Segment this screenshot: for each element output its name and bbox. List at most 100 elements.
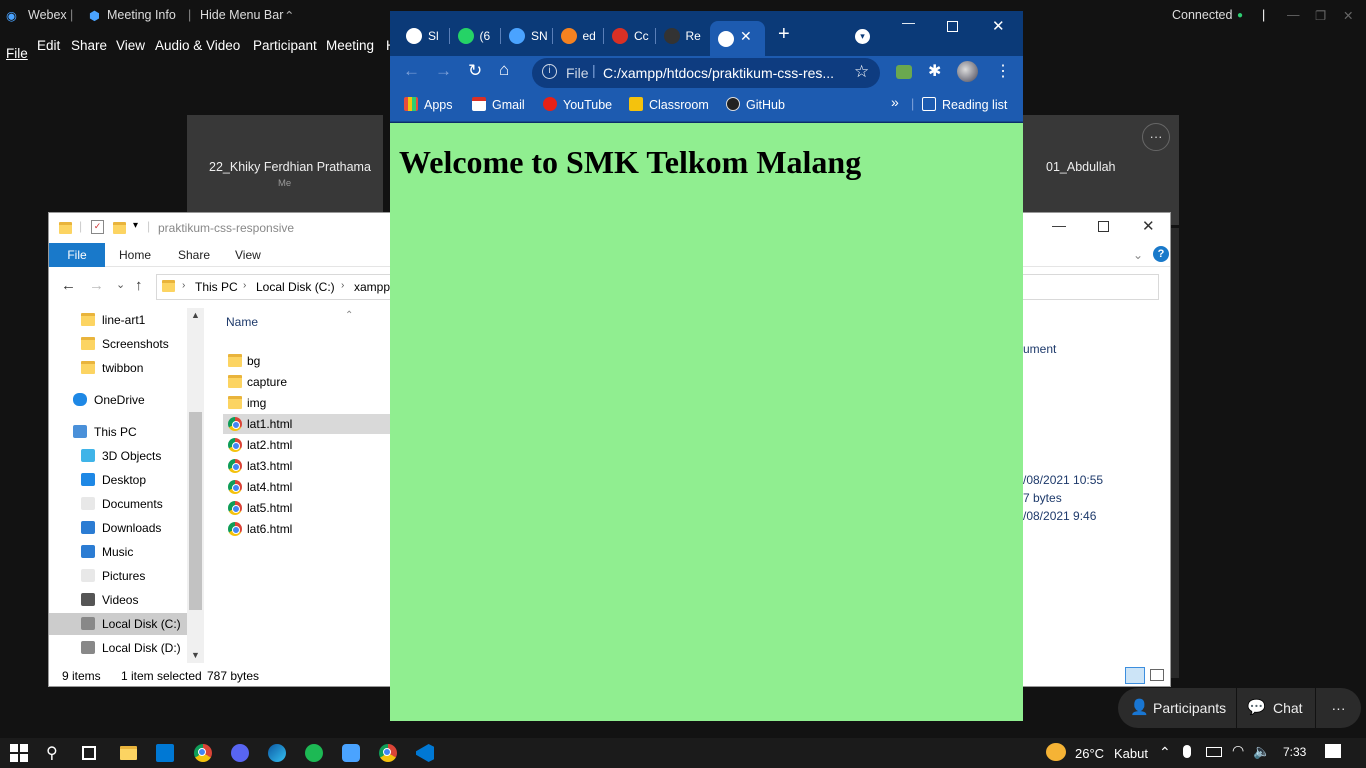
- menu-share[interactable]: Share: [71, 38, 107, 53]
- help-icon[interactable]: ?: [1153, 246, 1169, 262]
- nav-scrollbar[interactable]: ▲ ▼: [187, 308, 204, 663]
- close-icon[interactable]: ✕: [1343, 8, 1353, 23]
- nav-item-downloads[interactable]: Downloads: [49, 517, 187, 539]
- quick-access-dropdown-icon[interactable]: ▾: [133, 220, 138, 231]
- search-icon[interactable]: ⚲: [46, 743, 64, 762]
- properties-icon[interactable]: ✓: [91, 220, 104, 234]
- chrome-tab[interactable]: ed: [551, 23, 605, 49]
- scroll-thumb[interactable]: [189, 412, 202, 610]
- mail-icon[interactable]: [156, 744, 174, 762]
- bookmark-gmail[interactable]: Gmail: [472, 97, 525, 112]
- tab-close-icon[interactable]: ✕: [740, 28, 752, 45]
- new-folder-icon[interactable]: [113, 222, 126, 234]
- nav-item-videos[interactable]: Videos: [49, 589, 187, 611]
- chevron-up-icon[interactable]: ⌃: [284, 8, 294, 23]
- microphone-icon[interactable]: [1183, 745, 1191, 758]
- search-input[interactable]: ve: [994, 274, 1159, 300]
- chrome-tab[interactable]: Sl: [400, 23, 450, 49]
- menu-meeting[interactable]: Meeting: [326, 38, 374, 53]
- nav-item-screenshots[interactable]: Screenshots: [49, 333, 187, 355]
- bookmark-github[interactable]: GitHub: [726, 97, 785, 112]
- volume-icon[interactable]: 🔈: [1253, 743, 1270, 760]
- puzzle-icon[interactable]: ✱: [928, 61, 941, 81]
- large-icons-view-icon[interactable]: [1150, 669, 1164, 681]
- nav-item-music[interactable]: Music: [49, 541, 187, 563]
- discord-icon[interactable]: [231, 744, 249, 762]
- bookmark-youtube[interactable]: YouTube: [543, 97, 612, 112]
- spotify-icon[interactable]: [305, 744, 323, 762]
- participant-tile-self[interactable]: 22_Khiky Ferdhian Prathama Me: [187, 115, 383, 215]
- file-row[interactable]: lat3.html: [223, 456, 393, 476]
- minimize-icon[interactable]: —: [1052, 217, 1066, 233]
- windows-start-icon[interactable]: [10, 744, 28, 762]
- forward-icon[interactable]: →: [89, 277, 104, 294]
- breadcrumb-xampp[interactable]: xampp: [354, 280, 390, 294]
- tab-search-icon[interactable]: ▾: [855, 29, 870, 44]
- breadcrumb-local-disk[interactable]: Local Disk (C:): [256, 280, 335, 294]
- chrome-tab[interactable]: (6: [448, 23, 502, 49]
- minimize-icon[interactable]: —: [1287, 8, 1300, 22]
- tray-chevron-icon[interactable]: ⌃: [1159, 744, 1171, 761]
- participants-button[interactable]: 👤 Participants: [1118, 688, 1236, 728]
- file-row[interactable]: lat4.html: [223, 477, 393, 497]
- chrome-tab[interactable]: Re: [654, 23, 708, 49]
- minimize-icon[interactable]: —: [902, 15, 915, 30]
- more-bookmarks-icon[interactable]: »: [891, 94, 899, 110]
- reading-list-button[interactable]: Reading list: [922, 97, 1007, 112]
- battery-icon[interactable]: [1206, 747, 1222, 757]
- ribbon-tab-view[interactable]: View: [235, 248, 261, 262]
- file-row[interactable]: lat6.html: [223, 519, 393, 539]
- info-icon[interactable]: i: [542, 64, 557, 79]
- menu-edit[interactable]: Edit: [37, 38, 60, 53]
- back-icon[interactable]: ←: [403, 61, 420, 81]
- nav-item-local-disk-d[interactable]: Local Disk (D:): [49, 637, 187, 659]
- menu-audio-video[interactable]: Audio & Video: [155, 38, 240, 53]
- bookmark-star-icon[interactable]: ☆: [854, 62, 869, 82]
- url-text[interactable]: C:/xampp/htdocs/praktikum-css-res...: [603, 65, 834, 81]
- participant-tile-abdullah[interactable]: 01_Abdullah ···: [1020, 115, 1179, 225]
- meeting-info-button[interactable]: Meeting Info: [107, 8, 176, 22]
- breadcrumb-this-pc[interactable]: This PC: [195, 280, 238, 294]
- ribbon-tab-share[interactable]: Share: [178, 248, 210, 262]
- clock[interactable]: 7:33: [1283, 745, 1306, 759]
- webex-taskbar-icon[interactable]: [342, 744, 360, 762]
- chrome-tab[interactable]: Cc: [603, 23, 656, 49]
- details-view-icon[interactable]: [1125, 667, 1145, 684]
- back-icon[interactable]: ←: [61, 277, 76, 294]
- tab-active[interactable]: ✕: [710, 21, 765, 56]
- ribbon-tab-home[interactable]: Home: [119, 248, 151, 262]
- weather-temp[interactable]: 26°C: [1075, 746, 1104, 761]
- up-icon[interactable]: ↑: [135, 277, 143, 294]
- home-icon[interactable]: ⌂: [499, 60, 509, 80]
- omnibox[interactable]: i File | C:/xampp/htdocs/praktikum-css-r…: [532, 58, 880, 88]
- file-row[interactable]: img: [223, 393, 393, 413]
- ribbon-tab-file[interactable]: File: [49, 243, 105, 267]
- maximize-icon[interactable]: [947, 21, 958, 32]
- file-row[interactable]: lat5.html: [223, 498, 393, 518]
- task-view-icon[interactable]: [82, 746, 96, 760]
- bookmark-apps[interactable]: Apps: [404, 97, 453, 112]
- close-icon[interactable]: ✕: [1142, 217, 1155, 235]
- nav-item-onedrive[interactable]: OneDrive: [49, 389, 187, 411]
- chrome-active-taskbar-icon[interactable]: [379, 744, 397, 762]
- vscode-icon[interactable]: [416, 744, 434, 762]
- wifi-icon[interactable]: ◠: [1232, 742, 1244, 759]
- chat-button[interactable]: 💬 Chat: [1237, 688, 1315, 728]
- file-row[interactable]: lat2.html: [223, 435, 393, 455]
- menu-view[interactable]: View: [116, 38, 145, 53]
- nav-item-documents[interactable]: Documents: [49, 493, 187, 515]
- nav-item-desktop[interactable]: Desktop: [49, 469, 187, 491]
- ribbon-expand-icon[interactable]: ⌄: [1133, 248, 1143, 262]
- file-row[interactable]: bg: [223, 351, 393, 371]
- new-tab-icon[interactable]: +: [778, 23, 790, 46]
- nav-item-3d-objects[interactable]: 3D Objects: [49, 445, 187, 467]
- file-row[interactable]: lat1.html: [223, 414, 393, 434]
- close-icon[interactable]: ✕: [992, 17, 1005, 35]
- chrome-tab[interactable]: SN: [500, 23, 553, 49]
- bookmark-classroom[interactable]: Classroom: [629, 97, 709, 112]
- extension-icon[interactable]: [896, 65, 912, 79]
- nav-item-this-pc[interactable]: This PC: [49, 421, 187, 443]
- nav-item-twibbon[interactable]: twibbon: [49, 357, 187, 379]
- forward-icon[interactable]: →: [435, 61, 452, 81]
- weather-desc[interactable]: Kabut: [1114, 746, 1148, 761]
